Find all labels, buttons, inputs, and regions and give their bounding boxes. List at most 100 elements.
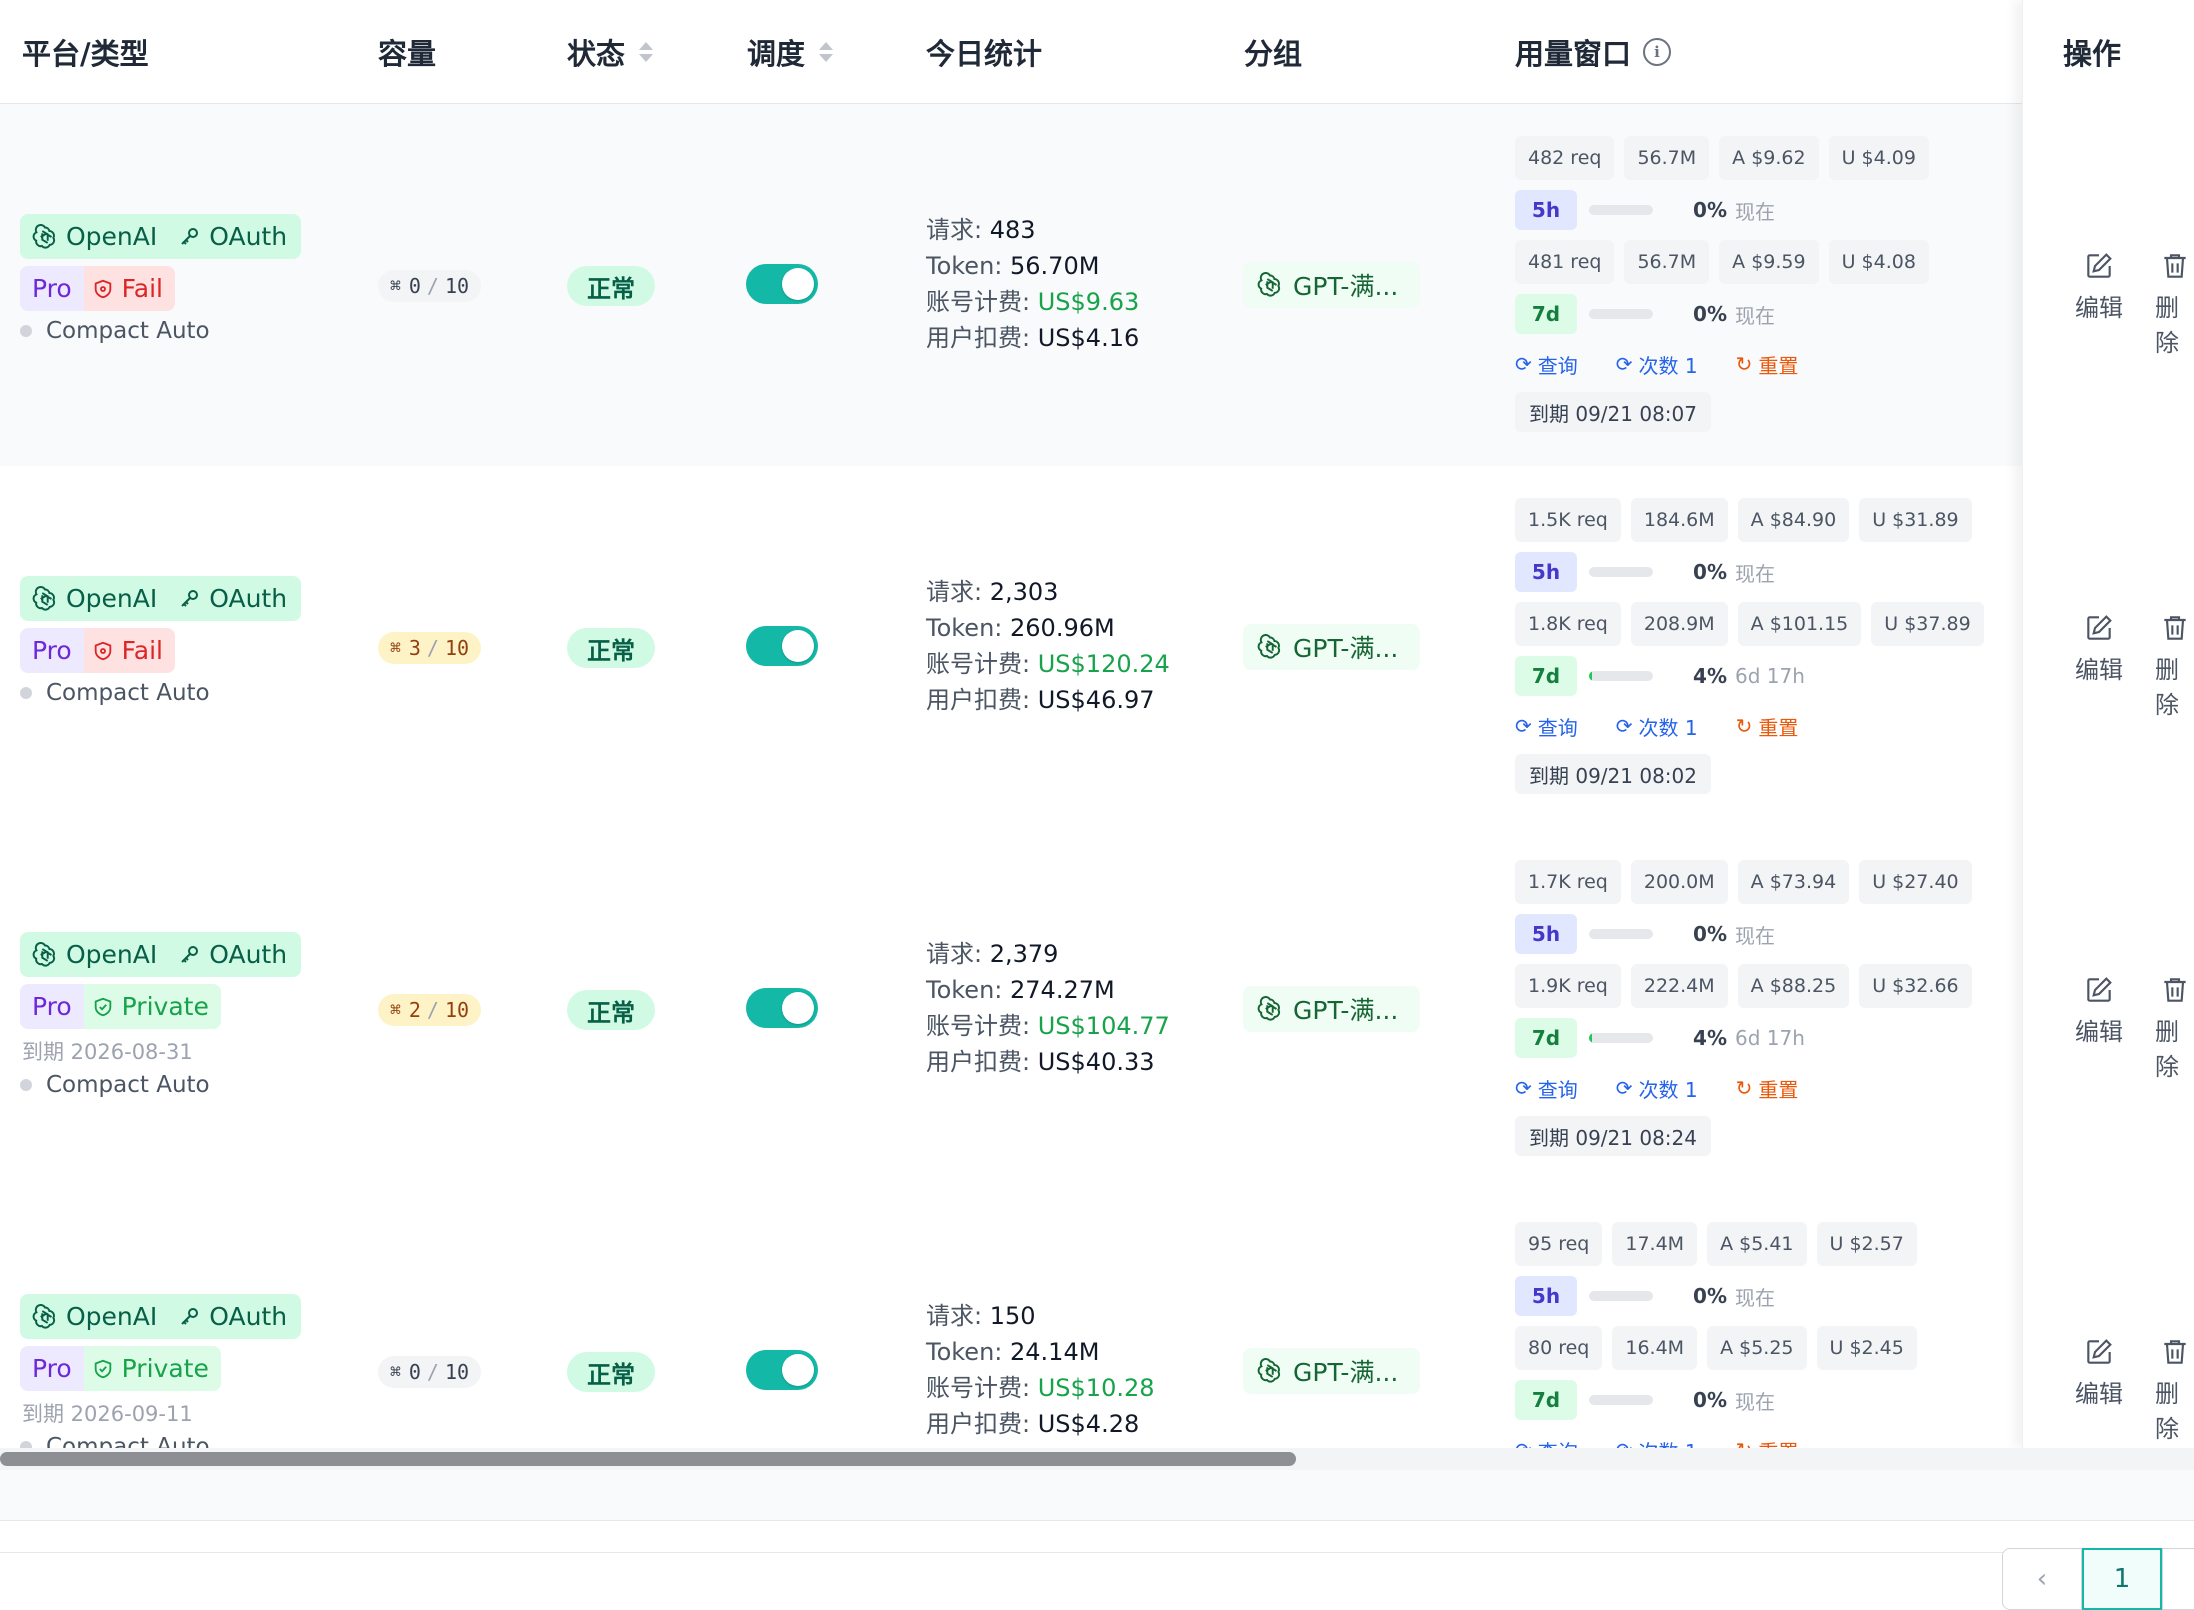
window-7d-badge: 7d [1515, 294, 1577, 334]
plan-label: Pro [32, 636, 72, 665]
auth-label: OAuth [209, 1302, 288, 1331]
usage-5h-chips: 95 req 17.4M A $5.41 U $2.57 [1515, 1222, 1917, 1266]
edit-icon [2083, 974, 2115, 1012]
prev-page-button[interactable]: ‹ [2002, 1548, 2082, 1610]
reset-button[interactable]: ↻重置 [1736, 1074, 1799, 1103]
shield-check-icon [92, 996, 122, 1018]
edit-button[interactable]: 编辑 [2075, 1336, 2123, 1409]
platform-badge-group: OpenAI OAuth [20, 576, 302, 621]
window-5h-percent: 0% [1693, 922, 1727, 946]
window-5h-reset: 现在 [1735, 199, 1775, 224]
check-label: Fail [121, 274, 163, 303]
edit-button[interactable]: 编辑 [2075, 612, 2123, 685]
group-badge[interactable]: GPT-满... [1243, 1348, 1421, 1394]
platform-badge: OpenAI [20, 576, 170, 621]
page-button-2[interactable]: 2 [2162, 1548, 2194, 1610]
edit-label: 编辑 [2075, 1018, 2123, 1046]
status-dot-icon [20, 1079, 32, 1091]
schedule-toggle[interactable] [746, 1350, 818, 1390]
group-label: GPT-满... [1293, 996, 1399, 1025]
query-button[interactable]: ⟳查询 [1515, 350, 1578, 379]
openai-icon [32, 941, 66, 968]
status-cell: 正常 [567, 266, 655, 306]
usage-chip: 184.6M [1630, 498, 1728, 542]
usage-chip: A $88.25 [1737, 964, 1850, 1008]
header-status[interactable]: 状态 [567, 0, 654, 103]
window-7d-reset: 现在 [1735, 303, 1775, 328]
usage-chip: A $84.90 [1737, 498, 1850, 542]
usage-actions: ⟳查询 ⟳次数 1 ↻重置 [1515, 1068, 1972, 1108]
edit-button[interactable]: 编辑 [2075, 974, 2123, 1047]
group-badge[interactable]: GPT-满... [1243, 624, 1421, 670]
schedule-cell [746, 1350, 818, 1390]
query-button[interactable]: ⟳查询 [1515, 1074, 1578, 1103]
window-7d-progress [1589, 1033, 1653, 1043]
window-7d: 7d 0% 现在 [1515, 1378, 1917, 1422]
group-label: GPT-满... [1293, 1358, 1399, 1387]
status-cell: 正常 [567, 628, 655, 668]
header-group-label: 分组 [1244, 36, 1303, 71]
edit-icon [2083, 1336, 2115, 1374]
stat-token: Token: 24.14M [926, 1338, 1100, 1366]
window-5h: 5h 0% 现在 [1515, 912, 1972, 956]
accounts-table-page: 平台/类型 容量 状态 调度 今日统计 分组 用量窗口 i OpenAI OAut… [0, 0, 2194, 1610]
shield-check-icon [92, 1358, 122, 1380]
schedule-toggle[interactable] [746, 264, 818, 304]
delete-button[interactable]: 删除 [2155, 974, 2194, 1082]
operations-column: 操作 编辑 删除 编辑 删除 编辑 删除 编辑 删除 [2022, 0, 2194, 1448]
status-cell: 正常 [567, 1352, 655, 1392]
sort-icon[interactable] [639, 41, 654, 62]
window-5h-percent: 0% [1693, 560, 1727, 584]
info-icon[interactable]: i [1643, 37, 1672, 66]
table-row[interactable]: OpenAI OAuth Pro Private 到期 2026-08-31 C… [0, 828, 2194, 1191]
page-button-1[interactable]: 1 [2082, 1548, 2162, 1610]
stat-token: Token: 260.96M [926, 614, 1115, 642]
platform-cell: OpenAI OAuth Pro Private 到期 2026-09-11 C… [20, 1294, 302, 1460]
schedule-toggle[interactable] [746, 626, 818, 666]
window-7d-percent: 0% [1693, 302, 1727, 326]
status-badge: 正常 [567, 266, 655, 306]
reset-icon: ↻ [1735, 714, 1753, 738]
today-stats-cell: 请求: 483 Token: 56.70M 账号计费: US$9.63 用户扣费… [926, 212, 1139, 356]
window-5h-badge: 5h [1515, 552, 1577, 592]
usage-actions: ⟳查询 ⟳次数 1 ↻重置 [1515, 344, 1929, 384]
window-7d-progress [1589, 309, 1653, 319]
capacity-total: 10 [444, 636, 470, 660]
check-badge: Fail [83, 266, 175, 311]
group-badge[interactable]: GPT-满... [1243, 262, 1421, 308]
count-button[interactable]: ⟳次数 1 [1616, 712, 1698, 741]
delete-button[interactable]: 删除 [2155, 612, 2194, 720]
scrollbar-thumb[interactable] [0, 1452, 1296, 1466]
stat-account-cost: 账号计费: US$10.28 [926, 1374, 1155, 1402]
capacity-used: 3 [408, 636, 421, 660]
reset-button[interactable]: ↻重置 [1736, 350, 1799, 379]
grid-icon: ⌘ [390, 637, 401, 659]
reset-button[interactable]: ↻重置 [1736, 712, 1799, 741]
table-row[interactable]: OpenAI OAuth Pro Fail Compact Auto ⌘ 3/10… [0, 466, 2194, 829]
platform-label: OpenAI [66, 584, 158, 613]
header-capacity: 容量 [378, 0, 436, 103]
usage-actions: ⟳查询 ⟳次数 1 ↻重置 [1515, 706, 1984, 746]
schedule-toggle[interactable] [746, 988, 818, 1028]
usage-chip: 95 req [1515, 1222, 1603, 1266]
check-label: Private [121, 1354, 209, 1383]
horizontal-scrollbar[interactable] [0, 1448, 2194, 1471]
usage-chip: U $4.09 [1828, 136, 1929, 180]
edit-button[interactable]: 编辑 [2075, 250, 2123, 323]
header-schedule[interactable]: 调度 [747, 0, 834, 103]
count-button[interactable]: ⟳次数 1 [1616, 350, 1698, 379]
window-5h-badge: 5h [1515, 1276, 1577, 1316]
count-button[interactable]: ⟳次数 1 [1616, 1074, 1698, 1103]
edit-icon [2083, 250, 2115, 288]
query-button[interactable]: ⟳查询 [1515, 712, 1578, 741]
delete-button[interactable]: 删除 [2155, 250, 2194, 358]
schedule-cell [746, 264, 818, 304]
capacity-total: 10 [444, 274, 470, 298]
delete-button[interactable]: 删除 [2155, 1336, 2194, 1444]
table-row[interactable]: OpenAI OAuth Pro Fail Compact Auto ⌘ 0/10… [0, 104, 2194, 467]
header-today-stats: 今日统计 [926, 0, 1042, 103]
usage-7d-chips: 80 req 16.4M A $5.25 U $2.45 [1515, 1326, 1917, 1370]
sort-icon[interactable] [819, 41, 834, 62]
group-badge[interactable]: GPT-满... [1243, 986, 1421, 1032]
usage-chip: A $101.15 [1737, 602, 1862, 646]
